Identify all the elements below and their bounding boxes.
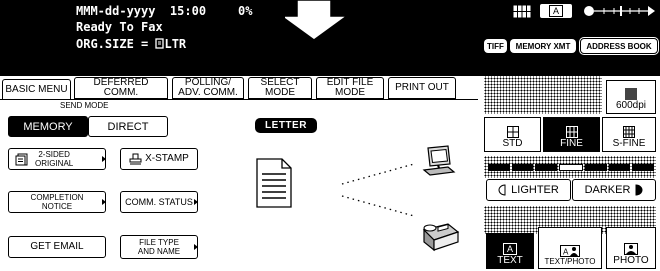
text-photo-label: TEXT/PHOTO [544,257,596,266]
dpi-600-button[interactable]: 600dpi [606,80,656,114]
status-percent: 0% [238,4,253,18]
density-segment [632,164,655,171]
comm-status-button[interactable]: COMM. STATUS [120,191,198,213]
density-segment-current [559,164,583,171]
std-grid-icon [506,126,519,138]
orgsize-label: ORG.SIZE = [76,37,156,51]
two-sided-arrow-icon [102,156,106,162]
tiff-button[interactable]: TIFF [484,39,507,53]
comm-status-arrow-icon [194,199,198,205]
darker-label: DARKER [584,184,631,196]
mode-text-photo-button[interactable]: A TEXT/PHOTO [538,227,602,269]
x-stamp-button[interactable]: X-STAMP [120,148,198,170]
two-sided-line1: 2-SIDED [38,150,70,159]
dpi-grid-icon [625,88,637,100]
lighter-label: LIGHTER [511,184,559,196]
darker-half-circle-icon [635,184,643,196]
resolution-std-button[interactable]: STD [484,117,541,152]
tab-polling-line2: ADV. COMM. [178,87,238,98]
completion-line1: COMPLETION [30,193,84,202]
status-orgsize: ORG.SIZE = LTR [76,37,186,52]
svg-text:A: A [563,248,569,257]
sfine-grid-icon [623,126,635,138]
resolution-sfine-button[interactable]: S-FINE [602,117,656,152]
filetype-arrow-icon [194,244,198,250]
status-datetime: MMM-dd-yyyy 15:00 [76,4,207,18]
std-label: STD [502,138,523,149]
filetype-line1: FILE TYPE [139,238,179,247]
tab-select-line2: MODE [265,87,295,98]
text-mode-indicator: A [540,4,572,18]
direct-button[interactable]: DIRECT [88,116,168,137]
tab-print-out[interactable]: PRINT OUT [388,77,456,99]
file-type-and-name-button[interactable]: FILE TYPE AND NAME [120,235,198,259]
density-scale-icon [582,4,656,18]
filetype-line2: AND NAME [137,247,181,256]
tab-editfile-line2: MODE [335,87,365,98]
tab-basic-menu[interactable]: BASIC MENU [2,79,71,100]
duplex-icon [15,153,28,165]
mode-text-button[interactable]: A TEXT [486,233,534,269]
right-top-pattern [484,56,602,114]
grid-icon [512,4,532,19]
completion-line2: NOTICE [41,202,73,211]
completion-arrow-icon [102,199,106,205]
text-label: TEXT [497,255,523,266]
density-segment [584,164,607,171]
lighter-button[interactable]: LIGHTER [486,179,571,201]
darker-button[interactable]: DARKER [572,179,656,201]
mode-photo-button[interactable]: PHOTO [606,227,656,269]
paper-size-badge: LETTER [255,118,317,133]
photo-icon [624,243,638,255]
tab-polling-adv-comm[interactable]: POLLING/ ADV. COMM. [172,77,244,99]
density-segment [511,164,534,171]
memory-button[interactable]: MEMORY [8,116,88,137]
tab-edit-file-mode[interactable]: EDIT FILE MODE [316,77,384,99]
send-mode-title: SEND MODE [60,101,109,110]
fine-grid-icon [565,126,578,138]
get-email-button[interactable]: GET EMAIL [8,236,106,258]
orgsize-value: LTR [164,37,187,51]
text-photo-icon: A [560,245,580,257]
x-stamp-label: X-STAMP [145,153,189,164]
density-segment [608,164,631,171]
fine-label: FINE [560,138,583,149]
density-segment [488,164,510,171]
two-sided-original-button[interactable]: 2-SIDED ORIGINAL [8,148,106,170]
pattern-area [470,2,506,36]
text-mode-letter: A [548,5,563,17]
stamp-icon [129,153,142,165]
density-level-bar [488,164,655,171]
two-sided-line2: ORIGINAL [35,159,74,168]
status-down-arrow [285,0,349,41]
dpi-label: 600dpi [615,100,647,111]
tab-deferred-comm[interactable]: DEFERRED COMM. [74,77,168,99]
completion-notice-button[interactable]: COMPLETION NOTICE [8,191,106,213]
fax-machine-icon [422,223,460,252]
address-book-button[interactable]: ADDRESS BOOK [579,37,659,55]
transmission-lines [341,163,415,217]
status-message: Ready To Fax [76,20,163,34]
text-mode-icon: A [502,243,517,255]
two-sided-label: 2-SIDED ORIGINAL [35,150,73,168]
computer-icon [422,145,456,176]
sfine-label: S-FINE [612,138,646,149]
memory-xmt-button[interactable]: MEMORY XMT [510,39,576,53]
document-icon [256,158,292,208]
resolution-fine-button[interactable]: FINE [543,117,600,152]
comm-status-label: COMM. STATUS [125,197,193,207]
tab-select-mode[interactable]: SELECT MODE [248,77,312,99]
lighter-half-circle-icon [498,184,506,196]
tab-deferred-line2: COMM. [103,87,139,98]
photo-label: PHOTO [613,255,649,266]
density-segment [535,164,558,171]
